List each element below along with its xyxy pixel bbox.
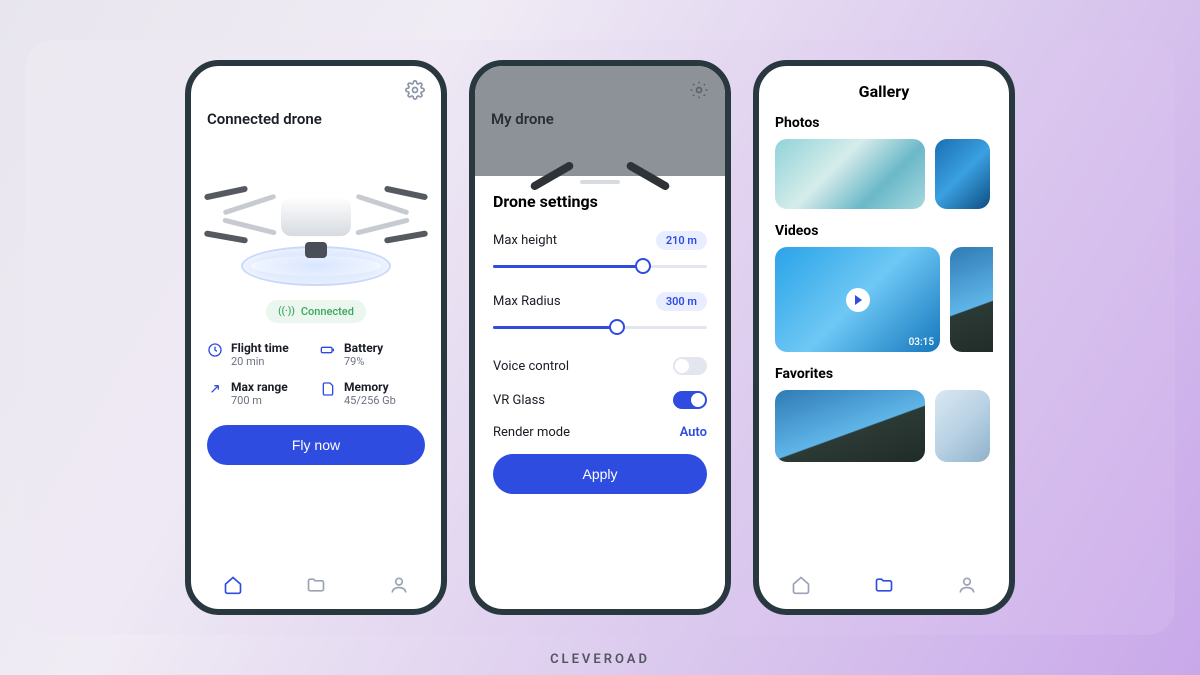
status-text: Connected (301, 305, 354, 318)
bottom-nav (191, 561, 441, 609)
phone-gallery: Gallery Photos Videos 03:15 Favorites (753, 60, 1015, 615)
max-height-value: 210 m (656, 231, 707, 250)
section-photos-label: Photos (775, 115, 993, 131)
battery-icon (320, 342, 336, 358)
clock-icon (207, 342, 223, 358)
videos-row[interactable]: 03:15 (775, 247, 993, 352)
section-favorites-label: Favorites (775, 366, 993, 382)
video-duration: 03:15 (909, 337, 934, 348)
sheet-handle[interactable] (580, 180, 620, 184)
phone-drone-settings: My drone Drone settings Max height 210 m… (469, 60, 731, 615)
play-icon[interactable] (846, 288, 870, 312)
expand-icon (207, 381, 223, 397)
page-title: My drone (491, 110, 709, 128)
photo-thumbnail[interactable] (935, 139, 990, 209)
profile-icon[interactable] (957, 575, 977, 595)
settings-sheet: Drone settings Max height 210 m Max Radi… (475, 170, 725, 597)
signal-icon: ((·)) (278, 306, 295, 317)
folder-icon[interactable] (306, 575, 326, 595)
showcase-canvas: Connected drone ((·)) Connected Flight t… (25, 40, 1175, 635)
sheet-title: Drone settings (493, 192, 707, 211)
photos-row[interactable] (775, 139, 993, 209)
render-mode-value: Auto (680, 425, 707, 440)
favorite-thumbnail[interactable] (775, 390, 925, 462)
fly-now-button[interactable]: Fly now (207, 425, 425, 465)
setting-render-mode[interactable]: Render mode Auto (493, 425, 707, 440)
vr-glass-toggle[interactable] (673, 391, 707, 409)
drone-illustration (207, 134, 425, 304)
max-height-slider[interactable] (493, 256, 707, 276)
video-thumbnail[interactable]: 03:15 (775, 247, 940, 352)
stat-flight-time: Flight time 20 min (207, 341, 312, 368)
max-radius-value: 300 m (656, 292, 707, 311)
profile-icon[interactable] (389, 575, 409, 595)
sd-card-icon (320, 381, 336, 397)
brand-watermark: CLEVEROAD (550, 652, 650, 667)
apply-button[interactable]: Apply (493, 454, 707, 494)
bottom-nav (759, 561, 1009, 609)
stat-memory: Memory 45/256 Gb (320, 380, 425, 407)
gear-icon[interactable] (689, 80, 709, 100)
stat-max-range: Max range 700 m (207, 380, 312, 407)
phone-connected-drone: Connected drone ((·)) Connected Flight t… (185, 60, 447, 615)
favorite-thumbnail[interactable] (935, 390, 990, 462)
video-thumbnail[interactable] (950, 247, 993, 352)
gear-icon[interactable] (405, 80, 425, 100)
setting-max-radius: Max Radius 300 m (493, 292, 707, 311)
folder-icon[interactable] (874, 575, 894, 595)
photo-thumbnail[interactable] (775, 139, 925, 209)
stat-battery: Battery 79% (320, 341, 425, 368)
favorites-row[interactable] (775, 390, 993, 462)
page-title: Gallery (775, 82, 993, 101)
home-icon[interactable] (223, 575, 243, 595)
setting-voice-control: Voice control (493, 357, 707, 375)
page-title: Connected drone (207, 110, 425, 128)
section-videos-label: Videos (775, 223, 993, 239)
setting-max-height: Max height 210 m (493, 231, 707, 250)
voice-control-toggle[interactable] (673, 357, 707, 375)
home-icon[interactable] (791, 575, 811, 595)
drone-arms-peek (520, 140, 680, 180)
setting-vr-glass: VR Glass (493, 391, 707, 409)
max-radius-slider[interactable] (493, 317, 707, 337)
